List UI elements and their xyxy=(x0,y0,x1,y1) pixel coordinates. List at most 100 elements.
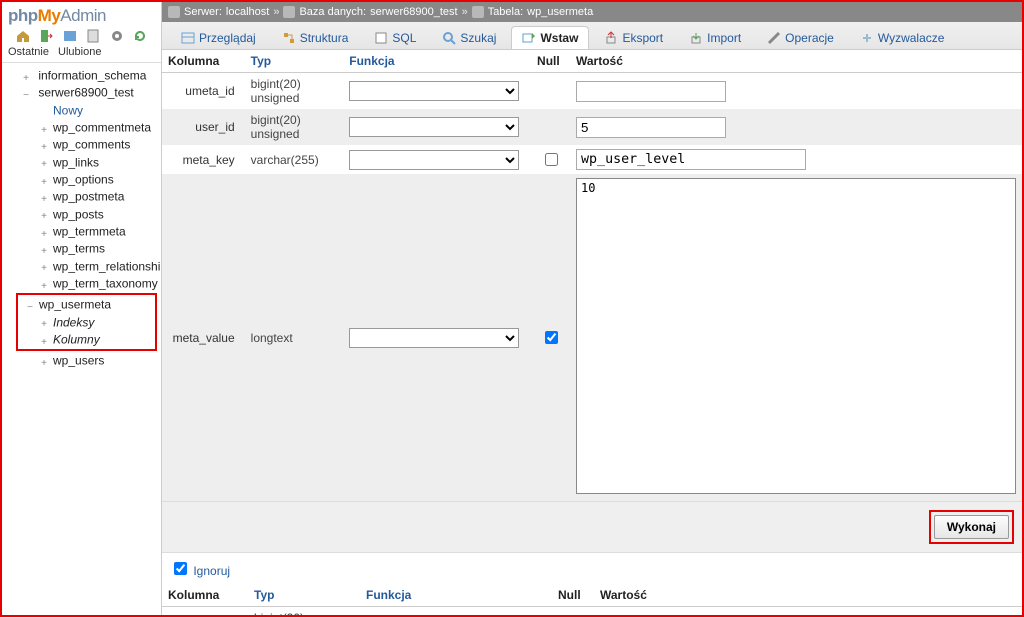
tree-indexes[interactable]: +Indeksy xyxy=(20,314,153,331)
table-row[interactable]: +wp_termmeta xyxy=(4,223,161,240)
insert-icon xyxy=(522,31,536,45)
th-function[interactable]: Funkcja xyxy=(360,584,552,607)
col-type: bigint(20) unsigned xyxy=(248,607,360,616)
structure-icon xyxy=(282,31,296,45)
expand-icon[interactable]: + xyxy=(20,70,32,82)
tab-triggers[interactable]: Wyzwalacze xyxy=(849,26,956,49)
table-row[interactable]: +wp_terms xyxy=(4,240,161,257)
th-null: Null xyxy=(531,50,570,73)
database-icon xyxy=(283,6,295,18)
tab-browse[interactable]: Przeglądaj xyxy=(170,26,267,49)
col-type: bigint(20) unsigned xyxy=(245,109,344,145)
search-icon xyxy=(442,31,456,45)
top-tabs: Przeglądaj Struktura SQL Szukaj Wstaw Ek… xyxy=(162,22,1022,50)
col-type: varchar(255) xyxy=(245,145,344,174)
table-row[interactable]: +wp_posts xyxy=(4,206,161,223)
th-type[interactable]: Typ xyxy=(245,50,344,73)
col-name: umeta_id xyxy=(162,607,248,616)
sidebar-tabs: Ostatnie Ulubione xyxy=(2,46,161,63)
th-column: Kolumna xyxy=(162,584,248,607)
table-icon xyxy=(472,6,484,18)
function-select[interactable] xyxy=(349,117,519,137)
sidebar-tab-recent[interactable]: Ostatnie xyxy=(8,46,49,58)
ignore-row: Ignoruj xyxy=(162,553,1022,584)
value-input[interactable] xyxy=(576,149,806,170)
value-input[interactable] xyxy=(576,81,726,102)
logout-icon[interactable] xyxy=(38,28,54,44)
collapse-icon[interactable]: − xyxy=(20,87,32,99)
ignore-label[interactable]: Ignoruj xyxy=(193,564,230,578)
tree-columns[interactable]: +Kolumny xyxy=(20,331,153,348)
tab-sql[interactable]: SQL xyxy=(363,26,427,49)
col-type: longtext xyxy=(245,174,344,501)
breadcrumb: Serwer: localhost » Baza danych: serwer6… xyxy=(162,2,1022,22)
tab-export[interactable]: Eksport xyxy=(593,26,674,49)
button-bar: Wykonaj xyxy=(162,501,1022,553)
null-checkbox[interactable] xyxy=(545,153,558,166)
table-wp-usermeta[interactable]: −wp_usermeta xyxy=(20,296,153,313)
col-name: meta_key xyxy=(162,145,245,174)
docs-icon[interactable] xyxy=(85,28,101,44)
sidebar-toolbar xyxy=(2,26,161,46)
insert-table-1: Kolumna Typ Funkcja Null Wartość umeta_i… xyxy=(162,50,1022,501)
th-value: Wartość xyxy=(570,50,1022,73)
ignore-checkbox[interactable] xyxy=(174,562,187,575)
table-row[interactable]: +wp_options xyxy=(4,171,161,188)
db-node-test[interactable]: − serwer68900_test xyxy=(4,84,161,101)
operations-icon xyxy=(767,31,781,45)
table-row[interactable]: +wp_commentmeta xyxy=(4,119,161,136)
execute-button[interactable]: Wykonaj xyxy=(934,515,1009,539)
home-icon[interactable] xyxy=(15,28,31,44)
value-textarea[interactable] xyxy=(576,178,1016,494)
tab-structure[interactable]: Struktura xyxy=(271,26,360,49)
tab-import[interactable]: Import xyxy=(678,26,752,49)
th-function[interactable]: Funkcja xyxy=(343,50,531,73)
insert-row: meta_value longtext xyxy=(162,174,1022,501)
table-row[interactable]: +wp_users xyxy=(4,352,161,369)
insert-row: user_id bigint(20) unsigned xyxy=(162,109,1022,145)
sql-icon[interactable] xyxy=(62,28,78,44)
tab-insert[interactable]: Wstaw xyxy=(511,26,589,49)
insert-row: umeta_id bigint(20) unsigned xyxy=(162,607,1022,616)
import-icon xyxy=(689,31,703,45)
nav-tree: + information_schema − serwer68900_test … xyxy=(2,63,161,370)
th-column: Kolumna xyxy=(162,50,245,73)
insert-table-2: Kolumna Typ Funkcja Null Wartość umeta_i… xyxy=(162,584,1022,615)
export-icon xyxy=(604,31,618,45)
bc-db-value[interactable]: serwer68900_test xyxy=(370,6,457,18)
th-null: Null xyxy=(552,584,594,607)
value-input[interactable] xyxy=(600,615,750,616)
db-node-information-schema[interactable]: + information_schema xyxy=(4,67,161,84)
null-checkbox[interactable] xyxy=(545,331,558,344)
function-select[interactable] xyxy=(349,81,519,101)
tab-operations[interactable]: Operacje xyxy=(756,26,845,49)
main: Serwer: localhost » Baza danych: serwer6… xyxy=(162,2,1022,615)
triggers-icon xyxy=(860,31,874,45)
bc-table-value[interactable]: wp_usermeta xyxy=(527,6,593,18)
th-value: Wartość xyxy=(594,584,1022,607)
table-row[interactable]: +wp_term_taxonomy xyxy=(4,275,161,292)
col-name: user_id xyxy=(162,109,245,145)
table-row[interactable]: +wp_term_relationship xyxy=(4,258,161,275)
table-row[interactable]: +wp_comments xyxy=(4,136,161,153)
reload-icon[interactable] xyxy=(132,28,148,44)
table-row[interactable]: +wp_postmeta xyxy=(4,188,161,205)
table-row[interactable]: +wp_links xyxy=(4,154,161,171)
sidebar-tab-fav[interactable]: Ulubione xyxy=(58,46,101,58)
value-input[interactable] xyxy=(576,117,726,138)
insert-row: umeta_id bigint(20) unsigned xyxy=(162,73,1022,110)
logo: phpMyAdmin xyxy=(2,2,161,26)
sidebar: phpMyAdmin Ostatnie Ulubione + informati… xyxy=(2,2,162,615)
function-select[interactable] xyxy=(349,150,519,170)
bc-table-label: Tabela: xyxy=(488,6,523,18)
col-type: bigint(20) unsigned xyxy=(245,73,344,110)
bc-server-value[interactable]: localhost xyxy=(226,6,269,18)
tree-new[interactable]: Nowy xyxy=(4,102,161,119)
th-type[interactable]: Typ xyxy=(248,584,360,607)
gear-icon[interactable] xyxy=(109,28,125,44)
browse-icon xyxy=(181,31,195,45)
highlight-usermeta: −wp_usermeta +Indeksy +Kolumny xyxy=(16,293,157,351)
tab-search[interactable]: Szukaj xyxy=(431,26,507,49)
function-select[interactable] xyxy=(349,328,519,348)
col-name: umeta_id xyxy=(162,73,245,110)
